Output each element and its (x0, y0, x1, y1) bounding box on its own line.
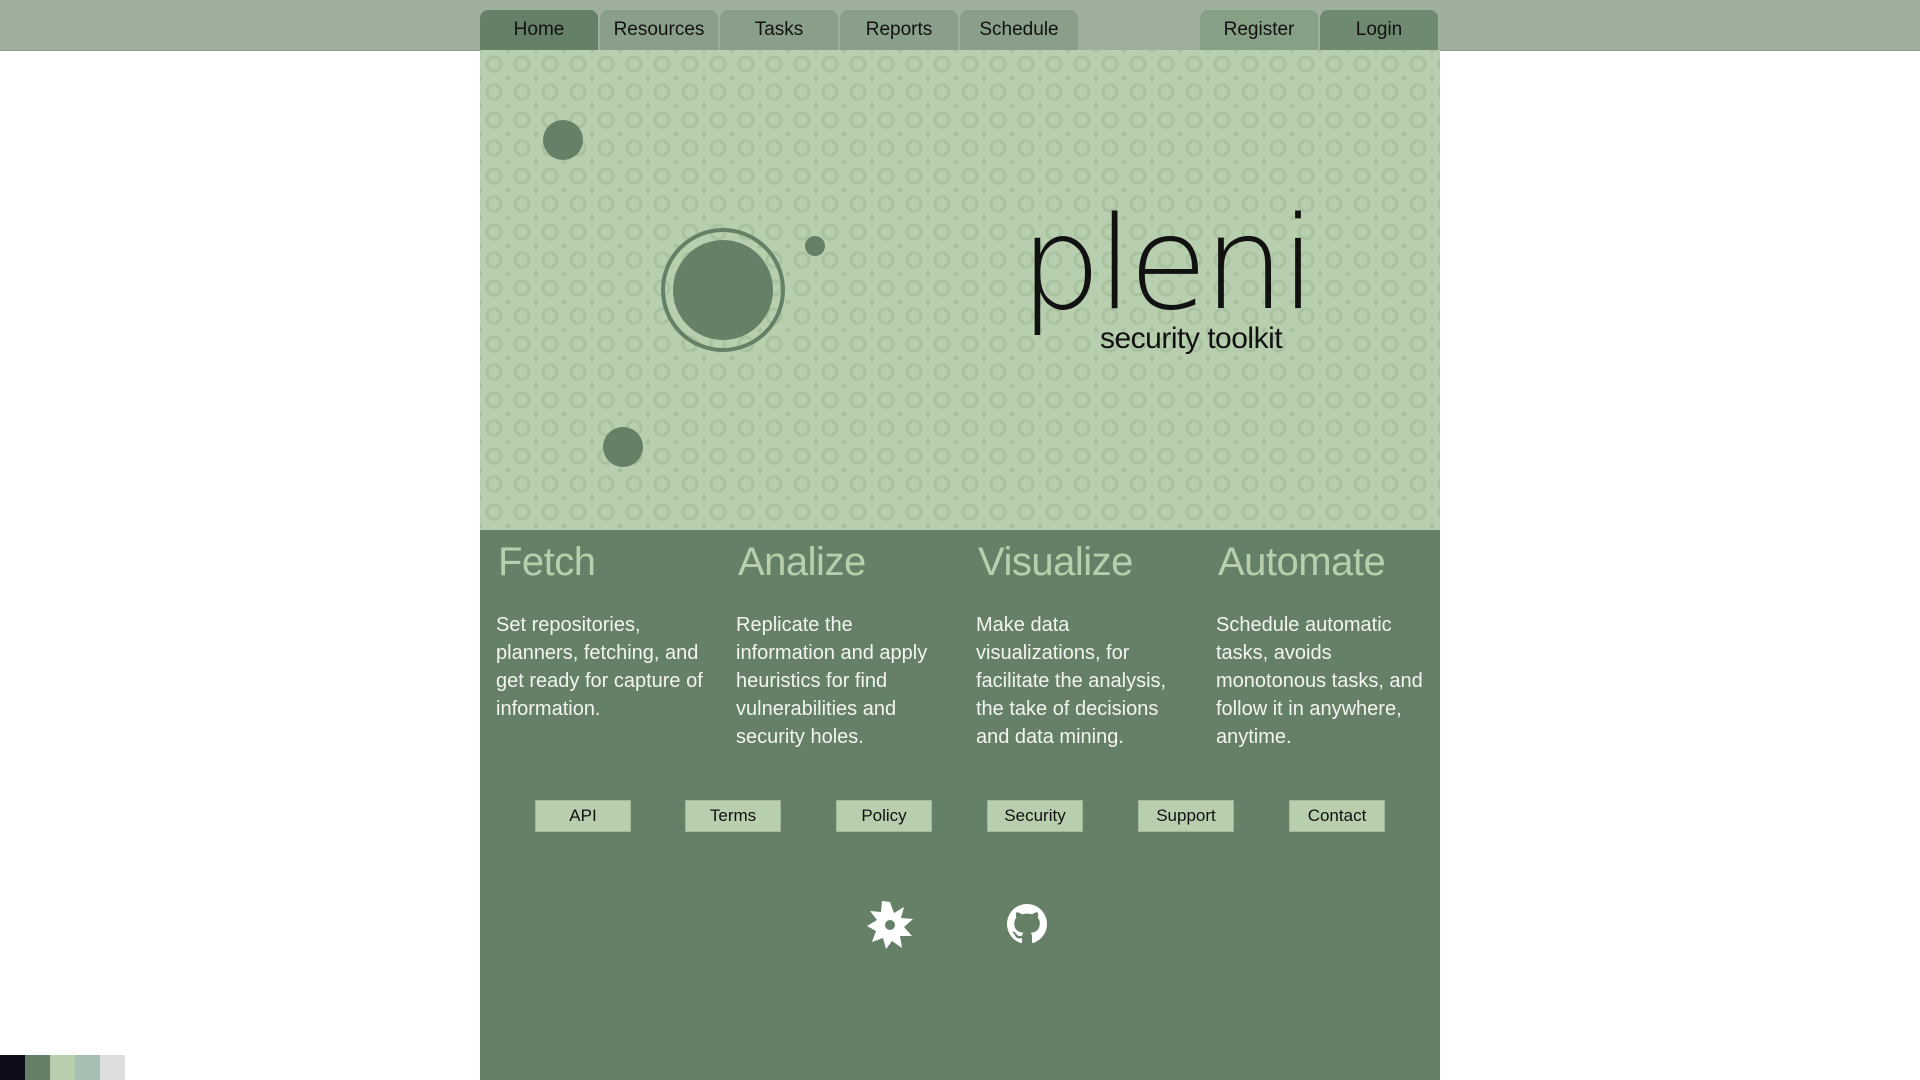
decorative-circle (543, 120, 583, 160)
color-palette (0, 1055, 125, 1080)
feature-title: Analize (738, 540, 866, 584)
security-link[interactable]: Security (987, 800, 1083, 832)
feature-description: Make data visualizations, for facilitate… (976, 614, 1167, 748)
decorative-circle (603, 427, 643, 467)
support-link[interactable]: Support (1138, 800, 1234, 832)
top-navigation-bar: Home Resources Tasks Reports Schedule Re… (0, 0, 1920, 51)
api-link[interactable]: API (535, 800, 631, 832)
pleni-logo: pleni security toolkit (1020, 190, 1316, 390)
palette-swatch (100, 1055, 125, 1080)
login-button[interactable]: Login (1320, 10, 1438, 50)
feature-fetch: Fetch Set repositories, planners, fetchi… (496, 540, 708, 723)
terms-link[interactable]: Terms (685, 800, 781, 832)
nav-container: Home Resources Tasks Reports Schedule Re… (480, 10, 1440, 50)
tab-schedule[interactable]: Schedule (960, 10, 1078, 50)
palette-swatch (75, 1055, 100, 1080)
footer-links: API Terms Policy Security Support Contac… (480, 800, 1440, 832)
feature-title: Automate (1218, 540, 1386, 584)
contact-link[interactable]: Contact (1289, 800, 1385, 832)
feature-analize: Analize Replicate the information and ap… (736, 540, 948, 751)
star-badge-icon[interactable] (865, 900, 915, 950)
github-icon[interactable] (1007, 904, 1047, 944)
tab-tasks[interactable]: Tasks (720, 10, 838, 50)
palette-swatch (50, 1055, 75, 1080)
feature-title: Visualize (978, 540, 1133, 584)
feature-description: Schedule automatic tasks, avoids monoton… (1216, 614, 1423, 748)
hero-banner: pleni security toolkit (480, 50, 1440, 530)
feature-title: Fetch (498, 540, 596, 584)
tab-resources[interactable]: Resources (600, 10, 718, 50)
decorative-circle (673, 240, 773, 340)
palette-swatch (25, 1055, 50, 1080)
feature-automate: Automate Schedule automatic tasks, avoid… (1216, 540, 1428, 751)
palette-swatch (0, 1055, 25, 1080)
logo-wordmark: pleni (1020, 190, 1316, 339)
feature-visualize: Visualize Make data visualizations, for … (976, 540, 1188, 751)
policy-link[interactable]: Policy (836, 800, 932, 832)
logo-tagline: security toolkit (1100, 322, 1283, 355)
feature-description: Set repositories, planners, fetching, an… (496, 614, 703, 720)
decorative-circle (805, 236, 825, 256)
feature-description: Replicate the information and apply heur… (736, 614, 928, 748)
tab-reports[interactable]: Reports (840, 10, 958, 50)
register-button[interactable]: Register (1200, 10, 1318, 50)
tab-home[interactable]: Home (480, 10, 598, 50)
features-section: Fetch Set repositories, planners, fetchi… (480, 530, 1440, 1080)
